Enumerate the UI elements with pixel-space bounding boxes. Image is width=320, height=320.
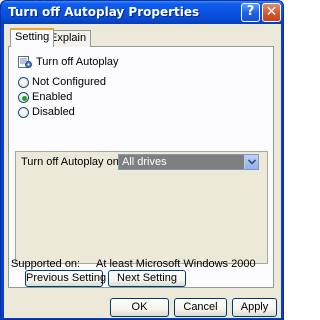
ok-button[interactable]: OK (110, 298, 169, 317)
tab-setting[interactable]: Setting (10, 28, 55, 47)
chevron-down-icon (248, 159, 256, 165)
radio-label[interactable]: Disabled (32, 106, 75, 118)
close-icon: ✕ (265, 4, 278, 20)
previous-setting-button[interactable]: Previous Setting (25, 270, 106, 287)
radio-button[interactable] (18, 107, 29, 118)
properties-window: Turn off Autoplay Properties ? ✕ Setting… (0, 0, 284, 320)
supported-on-label: Supported on: (11, 258, 81, 270)
cancel-button[interactable]: Cancel (174, 298, 227, 317)
drives-dropdown[interactable]: All drives (118, 154, 259, 170)
next-setting-button[interactable]: Next Setting (108, 270, 186, 287)
dropdown-selected-value: All drives (122, 156, 167, 168)
title-bar[interactable]: Turn off Autoplay Properties ? ✕ (1, 1, 283, 24)
radio-button[interactable] (18, 92, 29, 103)
policy-name: Turn off Autoplay (36, 56, 119, 68)
options-label: Turn off Autoplay on: (21, 156, 122, 168)
help-button[interactable]: ? (241, 3, 260, 22)
dialog-client-area: Setting Explain Turn off Autoplay Not Co… (4, 24, 281, 318)
window-title: Turn off Autoplay Properties (8, 5, 200, 19)
supported-on-value: At least Microsoft Windows 2000 (96, 258, 256, 270)
radio-label[interactable]: Not Configured (32, 76, 106, 88)
help-icon: ? (246, 4, 255, 19)
apply-button[interactable]: Apply (232, 298, 277, 317)
radio-selected-dot (22, 96, 27, 101)
close-button[interactable]: ✕ (262, 3, 281, 22)
radio-button[interactable] (18, 77, 29, 88)
options-panel: Turn off Autoplay on: All drives (15, 151, 268, 264)
radio-label[interactable]: Enabled (32, 91, 72, 103)
dropdown-arrow-button[interactable] (244, 155, 258, 169)
setting-tab-page: Turn off Autoplay Not Configured Enabled… (8, 46, 274, 288)
policy-setting-icon (18, 56, 32, 68)
